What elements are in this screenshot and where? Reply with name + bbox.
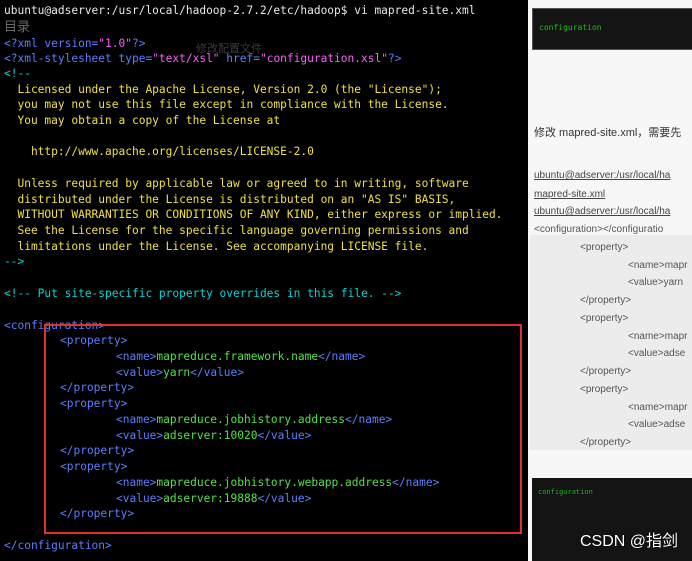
stylesheet-href-attr: href= (219, 52, 260, 65)
stylesheet-close: ?> (387, 52, 402, 65)
license-line: Licensed under the Apache License, Versi… (4, 83, 442, 96)
comment-close: --> (4, 255, 25, 268)
background-filename: mapred-site.xml (534, 189, 606, 200)
background-code-line: <value>yarn (628, 277, 684, 288)
background-code-line: <name>mapr (628, 260, 688, 271)
license-line: limitations under the License. See accom… (4, 240, 429, 253)
license-line: You may obtain a copy of the License at (4, 114, 281, 127)
license-line: Unless required by applicable law or agr… (4, 177, 469, 190)
xml-decl-open: <?xml version= (4, 37, 99, 50)
xml-version-value: "1.0" (98, 37, 132, 50)
background-code-line: <name>mapr (628, 331, 688, 342)
license-url-line: http://www.apache.org/licenses/LICENSE-2… (4, 145, 314, 158)
background-snippet-line: configuration (539, 23, 602, 32)
background-code-line: <property> (580, 384, 629, 395)
background-code-line: <property> (580, 242, 629, 253)
background-code-line: <property> (580, 313, 629, 324)
stylesheet-href-value: "configuration.xsl" (259, 52, 388, 65)
background-code-line: <configuration></configuratio (534, 224, 664, 235)
background-code-line: <value>adse (628, 348, 686, 359)
xml-decl-close: ?> (131, 37, 146, 50)
license-line: See the License for the specific languag… (4, 224, 469, 237)
stylesheet-type-value: "text/xsl" (152, 52, 220, 65)
comment-open: <!-- (4, 67, 31, 80)
background-command-line: ubuntu@adserver:/usr/local/ha (534, 170, 671, 181)
xml-stylesheet-line: <?xml-stylesheet type="text/xsl" href="c… (4, 51, 401, 66)
xml-declaration-line: <?xml version="1.0"?> (4, 36, 145, 51)
red-highlight-box (44, 324, 522, 534)
shell-prompt-command: ubuntu@adserver:/usr/local/hadoop-2.7.2/… (4, 4, 476, 17)
license-line: WITHOUT WARRANTIES OR CONDITIONS OF ANY … (4, 208, 503, 221)
background-code-line: </property> (580, 437, 632, 448)
background-code-line: </property> (580, 295, 632, 306)
background-snippet-line: configuration (538, 488, 593, 496)
site-specific-comment: <!-- Put site-specific property override… (4, 287, 402, 300)
configuration-close-tag: </configuration> (4, 539, 112, 552)
terminal-window[interactable]: ubuntu@adserver:/usr/local/hadoop-2.7.2/… (0, 0, 528, 561)
stylesheet-open: <?xml-stylesheet type= (4, 52, 153, 65)
csdn-watermark: CSDN @指剑 (579, 533, 678, 550)
background-code-line: <value>adse (628, 419, 686, 430)
background-code-line: </property> (580, 366, 632, 377)
background-code-snippet-top: configuration (532, 8, 692, 50)
license-line: you may not use this file except in comp… (4, 98, 449, 111)
background-command-line-2: ubuntu@adserver:/usr/local/ha (534, 206, 671, 217)
license-line: distributed under the License is distrib… (4, 193, 456, 206)
faint-overlay-title: 目录 (4, 19, 31, 34)
background-text-line: 修改 mapred-site.xml，需要先 (534, 127, 682, 139)
background-code-line: <name>mapr (628, 402, 688, 413)
